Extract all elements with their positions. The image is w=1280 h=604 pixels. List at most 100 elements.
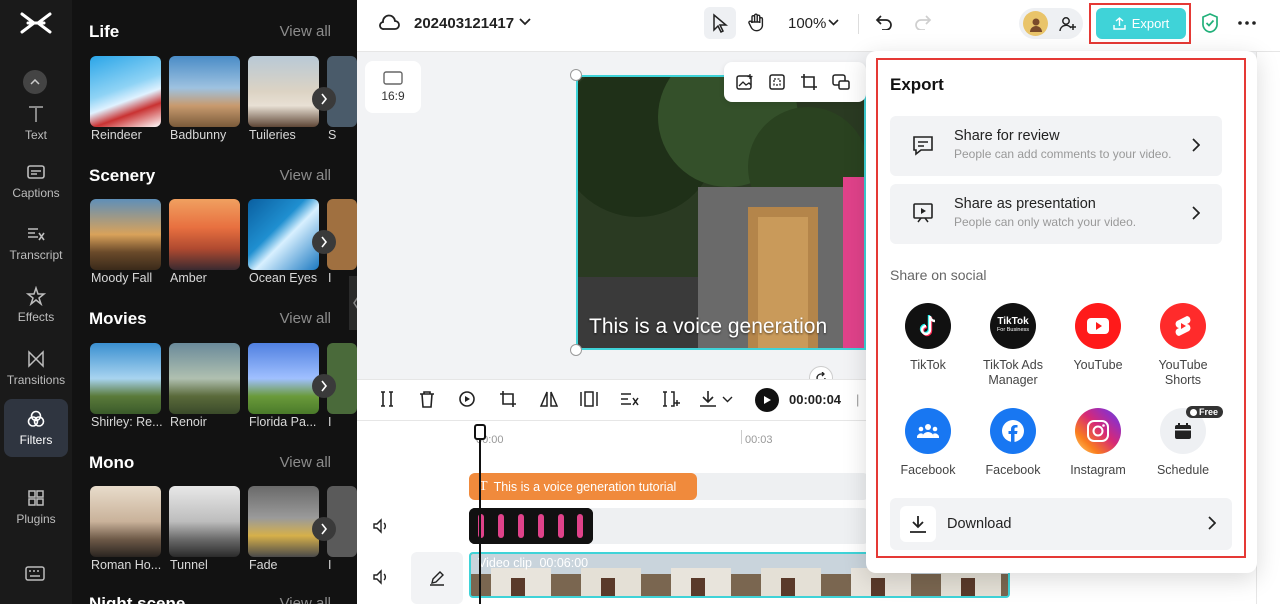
- section-title-movies: Movies: [89, 309, 147, 328]
- split-icon[interactable]: [379, 390, 401, 410]
- crop-icon[interactable]: [499, 390, 521, 410]
- share-facebook-button[interactable]: Facebook: [971, 408, 1055, 478]
- filter-thumb[interactable]: [248, 199, 319, 270]
- filter-thumb[interactable]: [169, 486, 240, 557]
- rail-item-transcript[interactable]: Transcript: [4, 214, 68, 272]
- audio-volume-icon[interactable]: [372, 569, 390, 585]
- transcript-edit-icon[interactable]: [620, 390, 642, 410]
- share-for-review-button[interactable]: Share for review People can add comments…: [890, 116, 1222, 176]
- keyboard-icon[interactable]: [25, 566, 45, 582]
- view-all-night-scene[interactable]: View all: [280, 595, 331, 604]
- cover-edit-button[interactable]: [411, 552, 463, 604]
- filter-thumb[interactable]: [248, 486, 319, 557]
- share-youtube-button[interactable]: YouTube: [1056, 303, 1140, 373]
- share-instagram-button[interactable]: Instagram: [1056, 408, 1140, 478]
- collaborators-group[interactable]: [1019, 8, 1083, 39]
- social-label: Schedule: [1156, 463, 1210, 477]
- resize-handle[interactable]: [570, 69, 582, 81]
- zoom-level[interactable]: 100%: [788, 15, 826, 32]
- replace-icon[interactable]: [832, 73, 850, 91]
- filter-thumb[interactable]: [169, 56, 240, 127]
- redo-icon[interactable]: [914, 14, 932, 30]
- chevron-down-icon[interactable]: [722, 396, 744, 416]
- rail-item-text[interactable]: Text: [4, 94, 68, 152]
- delete-icon[interactable]: [419, 390, 441, 410]
- download-button[interactable]: Download: [890, 498, 1232, 550]
- view-all-life[interactable]: View all: [280, 23, 331, 40]
- filter-thumb[interactable]: [169, 199, 240, 270]
- playhead-handle[interactable]: [474, 424, 486, 440]
- view-all-mono[interactable]: View all: [280, 454, 331, 471]
- audio-volume-icon[interactable]: [372, 518, 390, 534]
- select-tool-button[interactable]: [704, 7, 736, 39]
- rail-item-effects[interactable]: Effects: [4, 276, 68, 334]
- filter-thumb[interactable]: [248, 56, 319, 127]
- export-button[interactable]: Export: [1096, 8, 1186, 39]
- share-as-presentation-button[interactable]: Share as presentation People can only wa…: [890, 184, 1222, 244]
- chevron-down-icon[interactable]: [828, 19, 839, 26]
- share-tiktok-ads-manager-button[interactable]: TikTok For Business TikTok Ads Manager: [971, 303, 1055, 388]
- next-arrow-button[interactable]: [312, 230, 336, 254]
- share-youtube-shorts-button[interactable]: YouTube Shorts: [1141, 303, 1225, 388]
- share-on-social-heading: Share on social: [890, 267, 987, 283]
- next-arrow-button[interactable]: [312, 374, 336, 398]
- video-clip-name: Video clip: [478, 556, 532, 570]
- project-title[interactable]: 202403121417: [414, 15, 514, 32]
- rail-item-captions[interactable]: Captions: [4, 152, 68, 210]
- crop-icon[interactable]: [800, 73, 818, 91]
- export-popup-title: Export: [890, 75, 944, 94]
- filter-thumb[interactable]: [248, 343, 319, 414]
- text-clip[interactable]: T This is a voice generation tutorial: [469, 473, 697, 500]
- filter-thumb[interactable]: [90, 343, 161, 414]
- share-presentation-subtitle: People can only watch your video.: [954, 215, 1137, 229]
- cloud-icon[interactable]: [378, 14, 400, 32]
- playhead[interactable]: [479, 428, 481, 604]
- next-arrow-button[interactable]: [312, 87, 336, 111]
- share-facebook-group-button[interactable]: Facebook: [886, 408, 970, 478]
- filter-thumb[interactable]: [90, 486, 161, 557]
- filter-thumb[interactable]: [169, 343, 240, 414]
- play-icon: [764, 396, 771, 404]
- more-options-icon[interactable]: [1238, 21, 1256, 25]
- shield-icon[interactable]: [1201, 13, 1219, 33]
- rail-item-transitions[interactable]: Transitions: [4, 339, 68, 397]
- avatar[interactable]: [1023, 11, 1048, 36]
- view-all-scenery[interactable]: View all: [280, 167, 331, 184]
- current-timecode: 00:00:04: [789, 392, 842, 407]
- aspect-ratio-button[interactable]: 16:9: [365, 61, 421, 113]
- resize-handle[interactable]: [570, 344, 582, 356]
- rail-item-filters[interactable]: Filters: [4, 399, 68, 457]
- download-icon[interactable]: [699, 390, 721, 410]
- left-rail: Text Captions Transcript Effects Transit…: [0, 0, 72, 604]
- add-image-icon[interactable]: [736, 73, 754, 91]
- youtube-shorts-icon: [1160, 303, 1206, 349]
- fit-icon[interactable]: [768, 73, 786, 91]
- effects-icon: [26, 286, 46, 306]
- freeze-icon[interactable]: [580, 390, 602, 410]
- chevron-right-icon: [321, 380, 328, 392]
- play-button[interactable]: [755, 388, 779, 412]
- chevron-right-icon: [321, 236, 328, 248]
- video-preview[interactable]: [576, 75, 866, 350]
- comment-icon: [913, 136, 933, 156]
- chevron-down-icon[interactable]: [519, 18, 531, 26]
- split-scene-icon[interactable]: [661, 390, 683, 410]
- undo-icon[interactable]: [875, 14, 893, 30]
- rail-item-plugins[interactable]: Plugins: [4, 478, 68, 536]
- sticker-clip[interactable]: [469, 508, 593, 544]
- schedule-post-button[interactable]: Schedule: [1141, 408, 1225, 478]
- filter-thumb[interactable]: [90, 56, 161, 127]
- right-properties-strip: [1256, 52, 1280, 604]
- view-all-movies[interactable]: View all: [280, 310, 331, 327]
- replay-icon[interactable]: [458, 390, 480, 410]
- add-user-icon[interactable]: [1059, 15, 1077, 33]
- filter-thumb[interactable]: [90, 199, 161, 270]
- next-arrow-button[interactable]: [312, 517, 336, 541]
- share-tiktok-button[interactable]: TikTok: [886, 303, 970, 373]
- rail-scroll-up-button[interactable]: [23, 70, 47, 94]
- download-icon-box: [900, 506, 936, 542]
- download-label: Download: [947, 516, 1012, 532]
- mirror-icon[interactable]: [539, 390, 561, 410]
- hand-tool-button[interactable]: [742, 9, 770, 37]
- rail-item-label: Text: [24, 128, 47, 142]
